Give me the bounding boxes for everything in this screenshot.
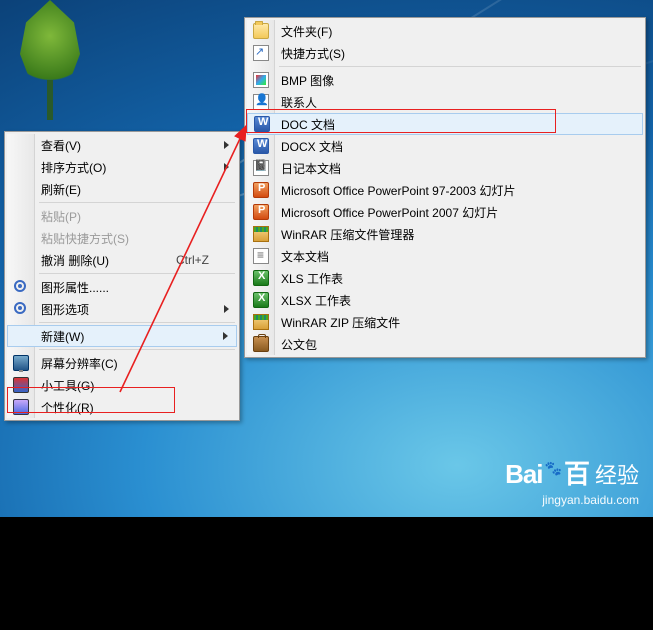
paw-icon: 🐾 [545, 460, 562, 477]
wallpaper-tree [20, 0, 80, 120]
shortcut-icon [253, 45, 269, 61]
menu-item[interactable]: 公文包 [247, 333, 643, 355]
menu-item: 粘贴(P) [7, 205, 237, 227]
ppt-icon [253, 204, 269, 220]
submenu-arrow-icon [223, 332, 228, 340]
baidu-watermark: Bai 🐾 百 经验 jingyan.baidu.com [505, 454, 639, 507]
menu-separator [279, 66, 641, 67]
menu-item[interactable]: 快捷方式(S) [247, 42, 643, 64]
menu-item[interactable]: 屏幕分辨率(C) [7, 352, 237, 374]
menu-separator [39, 273, 235, 274]
menu-item[interactable]: WinRAR 压缩文件管理器 [247, 223, 643, 245]
new-submenu[interactable]: 文件夹(F) 快捷方式(S) BMP 图像联系人 DOC 文档 DOCX 文档日记本文档… [244, 17, 646, 358]
menu-item-label: DOCX 文档 [281, 138, 343, 155]
menu-item[interactable]: 刷新(E) [7, 178, 237, 200]
menu-item-label: 撤消 删除(U) [41, 252, 109, 269]
menu-item[interactable]: XLSX 工作表 [247, 289, 643, 311]
menu-item-label: 新建(W) [41, 328, 84, 345]
journal-icon [253, 160, 269, 176]
folder-icon [253, 23, 269, 39]
word-icon [253, 138, 269, 154]
menu-item-label: Microsoft Office PowerPoint 2007 幻灯片 [281, 204, 498, 221]
menu-item-label: 个性化(R) [41, 399, 94, 416]
menu-item-label: WinRAR 压缩文件管理器 [281, 226, 414, 243]
theme-icon [13, 399, 29, 415]
submenu-arrow-icon [224, 141, 229, 149]
menu-separator [39, 349, 235, 350]
menu-item[interactable]: 日记本文档 [247, 157, 643, 179]
ppt-icon [253, 182, 269, 198]
contact-icon [253, 94, 269, 110]
menu-item[interactable]: 撤消 删除(U) Ctrl+Z [7, 249, 237, 271]
submenu-arrow-icon [224, 163, 229, 171]
menu-item-label: 文本文档 [281, 248, 329, 265]
menu-item-label: 小工具(G) [41, 377, 94, 394]
gadget-icon [13, 377, 29, 393]
menu-item-label: 排序方式(O) [41, 159, 106, 176]
txt-icon [253, 248, 269, 264]
menu-item[interactable]: 排序方式(O) [7, 156, 237, 178]
menu-item-label: 屏幕分辨率(C) [41, 355, 118, 372]
menu-item[interactable]: 小工具(G) [7, 374, 237, 396]
brand-cn2: 经验 [595, 458, 639, 490]
menu-separator [39, 322, 235, 323]
menu-item[interactable]: XLS 工作表 [247, 267, 643, 289]
menu-item-label: 粘贴快捷方式(S) [41, 230, 129, 247]
menu-item-label: XLSX 工作表 [281, 292, 351, 309]
briefcase-icon [253, 336, 269, 352]
menu-item[interactable]: 个性化(R) [7, 396, 237, 418]
menu-item[interactable]: DOCX 文档 [247, 135, 643, 157]
word-icon [254, 116, 270, 132]
menu-item[interactable]: DOC 文档 [247, 113, 643, 135]
menu-item[interactable]: Microsoft Office PowerPoint 97-2003 幻灯片 [247, 179, 643, 201]
menu-item-label: XLS 工作表 [281, 270, 343, 287]
menu-item: 粘贴快捷方式(S) [7, 227, 237, 249]
menu-item[interactable]: 图形选项 [7, 298, 237, 320]
menu-item-shortcut: Ctrl+Z [176, 253, 209, 267]
menu-item-label: 文件夹(F) [281, 23, 332, 40]
menu-item[interactable]: BMP 图像 [247, 69, 643, 91]
xls-icon [253, 270, 269, 286]
menu-item-label: 联系人 [281, 94, 317, 111]
brand-url: jingyan.baidu.com [505, 493, 639, 507]
rar-icon [253, 314, 269, 330]
menu-item-label: WinRAR ZIP 压缩文件 [281, 314, 400, 331]
menu-item[interactable]: 查看(V) [7, 134, 237, 156]
submenu-arrow-icon [224, 305, 229, 313]
gear-icon [13, 279, 29, 295]
menu-item-label: 快捷方式(S) [281, 45, 345, 62]
menu-item-label: Microsoft Office PowerPoint 97-2003 幻灯片 [281, 182, 516, 199]
menu-item[interactable]: 文本文档 [247, 245, 643, 267]
rar-icon [253, 226, 269, 242]
xls-icon [253, 292, 269, 308]
menu-separator [39, 202, 235, 203]
menu-item[interactable]: Microsoft Office PowerPoint 2007 幻灯片 [247, 201, 643, 223]
menu-item-label: 查看(V) [41, 137, 81, 154]
gear-icon [13, 301, 29, 317]
menu-item[interactable]: 图形属性...... [7, 276, 237, 298]
menu-item-label: DOC 文档 [281, 116, 335, 133]
brand-cn1: 百 [564, 454, 589, 491]
menu-item[interactable]: 联系人 [247, 91, 643, 113]
menu-item-label: 图形属性...... [41, 279, 109, 296]
menu-item-label: 日记本文档 [281, 160, 341, 177]
menu-item[interactable]: WinRAR ZIP 压缩文件 [247, 311, 643, 333]
menu-item-label: 粘贴(P) [41, 208, 81, 225]
bmp-icon [253, 72, 269, 88]
menu-item-label: BMP 图像 [281, 72, 334, 89]
menu-item-label: 公文包 [281, 336, 317, 353]
menu-item[interactable]: 新建(W) [7, 325, 237, 347]
menu-item[interactable]: 文件夹(F) [247, 20, 643, 42]
menu-item-label: 刷新(E) [41, 181, 81, 198]
display-icon [13, 355, 29, 371]
desktop-context-menu[interactable]: 查看(V) 排序方式(O) 刷新(E) 粘贴(P) 粘贴快捷方式(S) 撤消 删除(U) C… [4, 131, 240, 421]
menu-item-label: 图形选项 [41, 301, 89, 318]
brand-en: Bai [505, 459, 542, 490]
